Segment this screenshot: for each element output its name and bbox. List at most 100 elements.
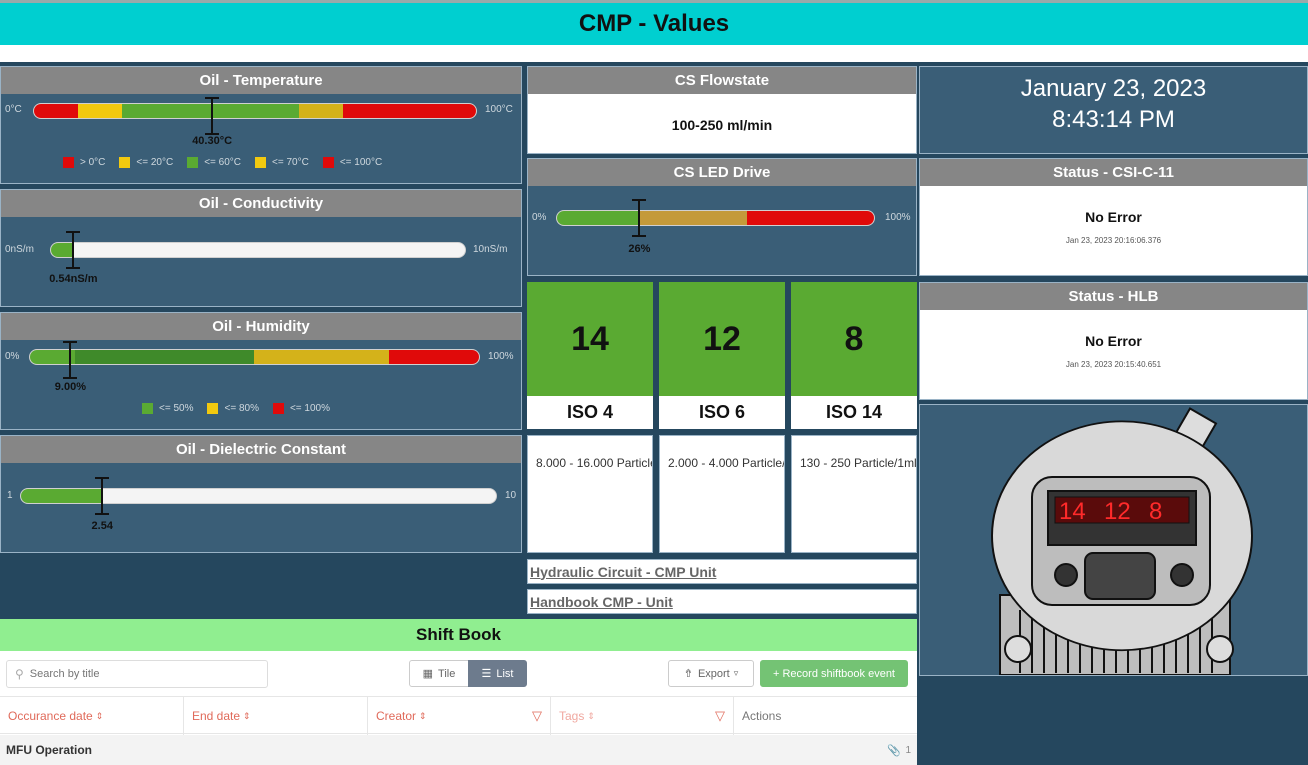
legend-item: <= 20°C bbox=[119, 157, 173, 168]
iso-4-description: 8.000 - 16.000 Particle/1ml bbox=[527, 435, 653, 553]
column-creator-label: Creator bbox=[376, 709, 417, 723]
gauge-segment bbox=[74, 350, 255, 364]
current-date: January 23, 2023 bbox=[1020, 75, 1207, 102]
column-tags-label: Tags bbox=[559, 709, 585, 723]
dielectric-min-label: 1 bbox=[7, 490, 13, 501]
led-drive-pointer bbox=[632, 199, 647, 237]
conductivity-min-label: 0nS/m bbox=[5, 244, 34, 255]
legend-label: <= 70°C bbox=[272, 157, 309, 169]
datetime-panel: January 23, 2023 8:43:14 PM bbox=[919, 66, 1308, 154]
device-display-digit-1: 14 bbox=[1059, 498, 1086, 525]
shiftbook-panel: Shift Book ⚲ ▦ Tile ☰ List ⇮ Export▿ + Reco… bbox=[0, 619, 917, 765]
gauge-segment bbox=[30, 350, 75, 364]
legend-swatch bbox=[322, 157, 334, 168]
legend-swatch bbox=[255, 157, 267, 168]
legend-swatch bbox=[272, 403, 284, 414]
oil-conductivity-panel: Oil - Conductivity 0nS/m 10nS/m 0.54nS/m bbox=[0, 189, 522, 307]
humidity-value: 9.00% bbox=[54, 381, 86, 393]
dielectric-max-label: 10 bbox=[505, 490, 517, 501]
oil-dielectric-panel: Oil - Dielectric Constant 1 10 2.54 bbox=[0, 435, 522, 553]
list-icon: ☰ bbox=[481, 668, 492, 680]
oil-dielectric-title: Oil - Dielectric Constant bbox=[1, 436, 521, 463]
legend-label: > 0°C bbox=[80, 157, 106, 169]
temperature-pointer bbox=[205, 97, 220, 135]
iso-4-value: 14 bbox=[527, 282, 653, 396]
attachment-count: 1 bbox=[905, 744, 911, 756]
iso-6-label: ISO 6 bbox=[659, 396, 785, 429]
filter-icon[interactable]: ▽ bbox=[715, 708, 725, 724]
export-button[interactable]: ⇮ Export ▿ bbox=[668, 660, 754, 687]
legend-label: <= 100°C bbox=[339, 157, 383, 169]
gauge-segment bbox=[747, 211, 874, 225]
legend-item: <= 80% bbox=[207, 403, 259, 415]
led-drive-value: 26% bbox=[628, 243, 651, 255]
dielectric-pointer bbox=[95, 477, 110, 515]
table-row[interactable]: MFU Operation 📎 1 bbox=[0, 735, 917, 765]
status-csi-panel: Status - CSI-C-11 No Error Jan 23, 2023 … bbox=[919, 158, 1308, 276]
device-display-digit-3: 8 bbox=[1149, 498, 1162, 525]
tile-view-label: Tile bbox=[438, 667, 456, 680]
attachment-icon: 📎 bbox=[887, 744, 901, 757]
search-icon: ⚲ bbox=[15, 667, 24, 681]
hydraulic-circuit-link[interactable]: Hydraulic Circuit - CMP Unit bbox=[527, 559, 917, 584]
temperature-legend: > 0°C <= 20°C <= 60°C <= 70°C <= 100°C bbox=[63, 157, 382, 168]
legend-label: <= 20°C bbox=[136, 157, 174, 169]
iso-14-label: ISO 14 bbox=[791, 396, 917, 429]
device-display-digit-2: 12 bbox=[1104, 498, 1131, 525]
dielectric-value: 2.54 bbox=[91, 520, 113, 532]
status-csi-value: No Error bbox=[1085, 209, 1142, 225]
record-shiftbook-event-button[interactable]: + Record shiftbook event bbox=[760, 660, 908, 687]
legend-label: <= 50% bbox=[159, 403, 194, 415]
tile-view-button[interactable]: ▦ Tile bbox=[409, 660, 469, 687]
legend-swatch bbox=[119, 157, 131, 168]
led-drive-gauge-bar bbox=[557, 211, 874, 225]
legend-label: <= 60°C bbox=[204, 157, 242, 169]
grid-icon: ▦ bbox=[422, 668, 434, 680]
column-occurance-date[interactable]: Occurance date ⇕ bbox=[0, 697, 184, 735]
cs-flowstate-title: CS Flowstate bbox=[528, 67, 916, 94]
column-tags[interactable]: Tags ⇕ ▽ bbox=[551, 697, 734, 735]
gauge-segment bbox=[343, 104, 476, 118]
sort-icon: ⇕ bbox=[587, 710, 595, 721]
gauge-fill bbox=[51, 243, 74, 257]
gauge-segment bbox=[254, 350, 390, 364]
sort-icon: ⇕ bbox=[243, 710, 251, 721]
status-csi-title: Status - CSI-C-11 bbox=[920, 159, 1307, 186]
shiftbook-title: Shift Book bbox=[0, 619, 917, 651]
iso-4-label: ISO 4 bbox=[527, 396, 653, 429]
legend-item: <= 60°C bbox=[187, 157, 241, 168]
gauge-segment bbox=[389, 350, 479, 364]
gauge-segment bbox=[299, 104, 344, 118]
column-end-date[interactable]: End date ⇕ bbox=[184, 697, 368, 735]
temperature-gauge-bar bbox=[34, 104, 476, 118]
humidity-legend: <= 50% <= 80% <= 100% bbox=[142, 403, 330, 414]
shiftbook-search-box[interactable]: ⚲ bbox=[6, 660, 268, 688]
led-drive-min-label: 0% bbox=[532, 212, 547, 223]
gauge-segment bbox=[34, 104, 79, 118]
humidity-max-label: 100% bbox=[488, 351, 514, 362]
shiftbook-table-header: Occurance date ⇕ End date ⇕ Creator ⇕ ▽ Tags… bbox=[0, 696, 917, 735]
status-csi-timestamp: Jan 23, 2023 20:16:06.376 bbox=[1065, 236, 1162, 245]
cs-flowstate-panel: CS Flowstate 100-250 ml/min bbox=[527, 66, 917, 154]
legend-label: <= 80% bbox=[224, 403, 259, 415]
chevron-down-icon: ▿ bbox=[733, 668, 739, 678]
oil-temperature-panel: Oil - Temperature 0°C 100°C 40.30°C > 0°… bbox=[0, 66, 522, 184]
temperature-value: 40.30°C bbox=[192, 135, 233, 147]
handbook-link[interactable]: Handbook CMP - Unit bbox=[527, 589, 917, 614]
sensor-device-image: 14 12 8 bbox=[991, 407, 1253, 675]
oil-humidity-title: Oil - Humidity bbox=[1, 313, 521, 340]
status-hlb-title: Status - HLB bbox=[920, 283, 1307, 310]
search-input[interactable] bbox=[29, 668, 250, 680]
column-occurance-date-label: Occurance date bbox=[8, 709, 93, 723]
humidity-pointer bbox=[63, 341, 78, 379]
status-hlb-value: No Error bbox=[1085, 333, 1142, 349]
export-label: Export bbox=[697, 667, 730, 680]
legend-swatch bbox=[207, 403, 219, 414]
gauge-segment bbox=[639, 211, 748, 225]
list-view-label: List bbox=[496, 667, 514, 680]
list-view-button[interactable]: ☰ List bbox=[468, 660, 527, 687]
legend-swatch bbox=[63, 157, 74, 168]
iso-6-description: 2.000 - 4.000 Particle/1ml bbox=[659, 435, 785, 553]
filter-icon[interactable]: ▽ bbox=[532, 708, 542, 724]
column-creator[interactable]: Creator ⇕ ▽ bbox=[368, 697, 551, 735]
